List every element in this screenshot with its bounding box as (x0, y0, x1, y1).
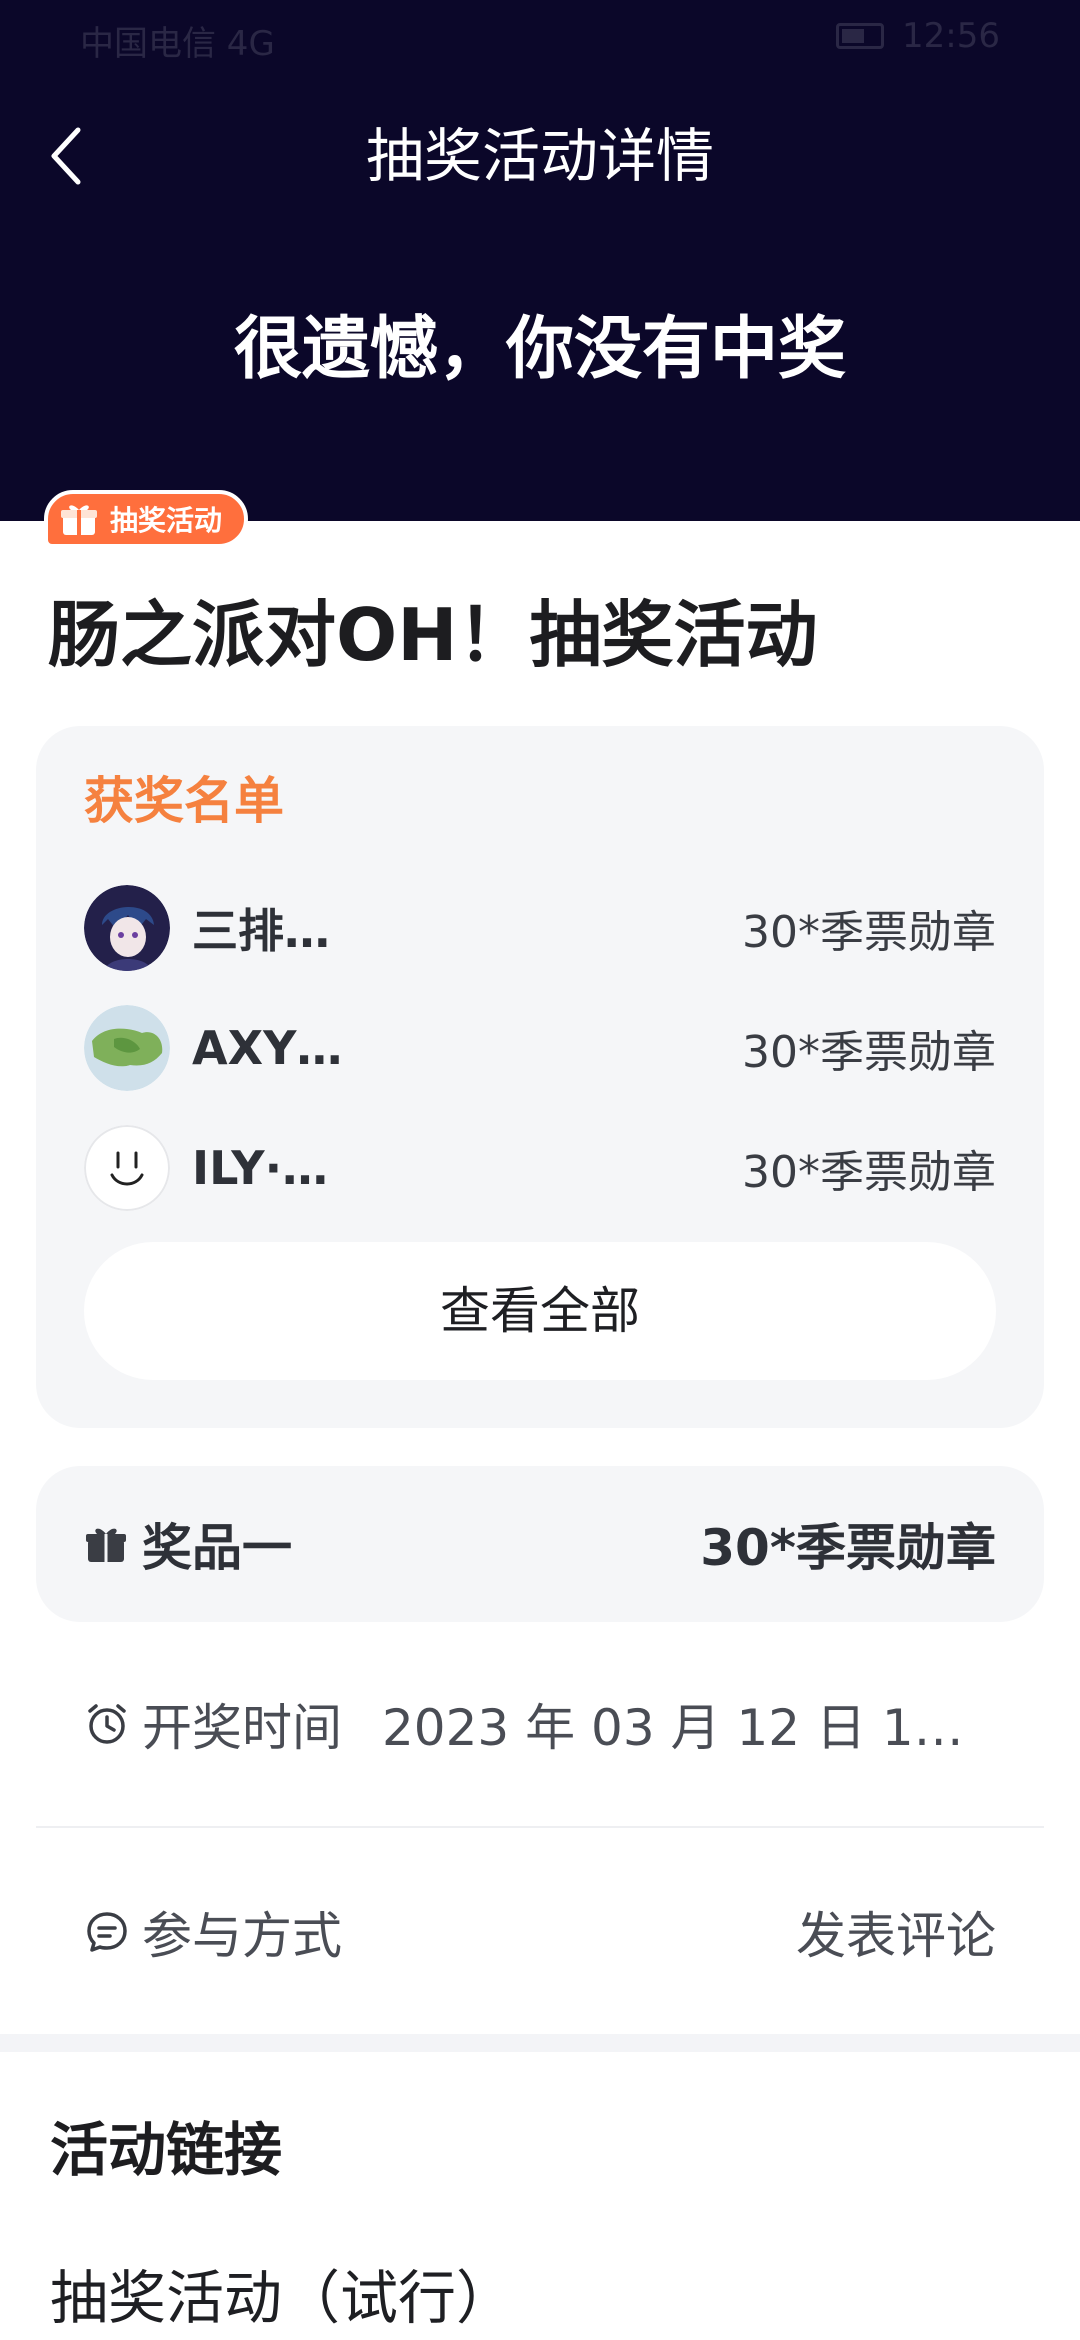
winner-row[interactable]: 三排… 30*季票勋章 (84, 883, 996, 973)
draw-time-row: 开奖时间 2023 年 03 月 12 日 1… (84, 1684, 996, 1764)
event-title: 肠之派对OH！抽奖活动 (48, 593, 818, 677)
post-comment-link[interactable]: 发表评论 (796, 1896, 996, 1968)
gift-icon (61, 505, 97, 535)
winner-name: AXY… (192, 1021, 343, 1075)
draw-time-value: 2023 年 03 月 12 日 1… (382, 1699, 964, 1757)
winner-prize: 30*季票勋章 (742, 1147, 996, 1198)
divider (36, 1826, 1044, 1828)
section-separator (0, 2034, 1080, 2052)
clock: 12:56 (902, 16, 1000, 56)
prize-card: 奖品一 30*季票勋章 (36, 1466, 1044, 1622)
status-icons: 12:56 (836, 16, 1000, 56)
lottery-result-message: 很遗憾，你没有中奖 (233, 310, 846, 389)
winner-prize: 30*季票勋章 (742, 907, 996, 958)
battery-icon (836, 23, 885, 49)
winner-prize: 30*季票勋章 (742, 1027, 996, 1078)
hero-banner: 中国电信 4G 12:56 抽奖活动详情 很遗憾，你没有中奖 (0, 0, 1080, 521)
page-title: 抽奖活动详情 (365, 122, 714, 190)
winners-title: 获奖名单 (84, 772, 284, 830)
winners-card: 获奖名单 三排… 30*季票勋章 AXY… 30*季票勋章 ILY·… 30*季… (36, 726, 1044, 1428)
avatar (84, 885, 170, 971)
prize-value: 30*季票勋章 (700, 1519, 996, 1577)
status-bar: 中国电信 4G 12:56 (0, 0, 1080, 72)
participation-row[interactable]: 参与方式 发表评论 (84, 1892, 996, 1972)
activity-link-item[interactable]: 抽奖活动（试行） (50, 2258, 514, 2338)
carrier-label: 中国电信 4G (80, 24, 275, 64)
winner-row[interactable]: ILY·… 30*季票勋章 (84, 1123, 996, 1213)
avatar (84, 1125, 170, 1211)
participation-label: 参与方式 (142, 1907, 342, 1965)
event-type-tag: 抽奖活动 (44, 490, 249, 548)
avatar (84, 1005, 170, 1091)
activity-links-title: 活动链接 (50, 2116, 283, 2184)
winner-name: ILY·… (192, 1141, 329, 1195)
event-tag-label: 抽奖活动 (110, 504, 223, 537)
winner-name: 三排… (192, 904, 330, 958)
winner-row[interactable]: AXY… 30*季票勋章 (84, 1003, 996, 1093)
view-all-button[interactable]: 查看全部 (84, 1242, 996, 1380)
comment-icon (87, 1912, 127, 1952)
gift-icon (86, 1528, 126, 1562)
alarm-clock-icon (88, 1704, 126, 1744)
prize-label: 奖品一 (142, 1519, 292, 1577)
draw-time-label: 开奖时间 (142, 1699, 342, 1757)
top-nav: 抽奖活动详情 (0, 100, 1080, 212)
